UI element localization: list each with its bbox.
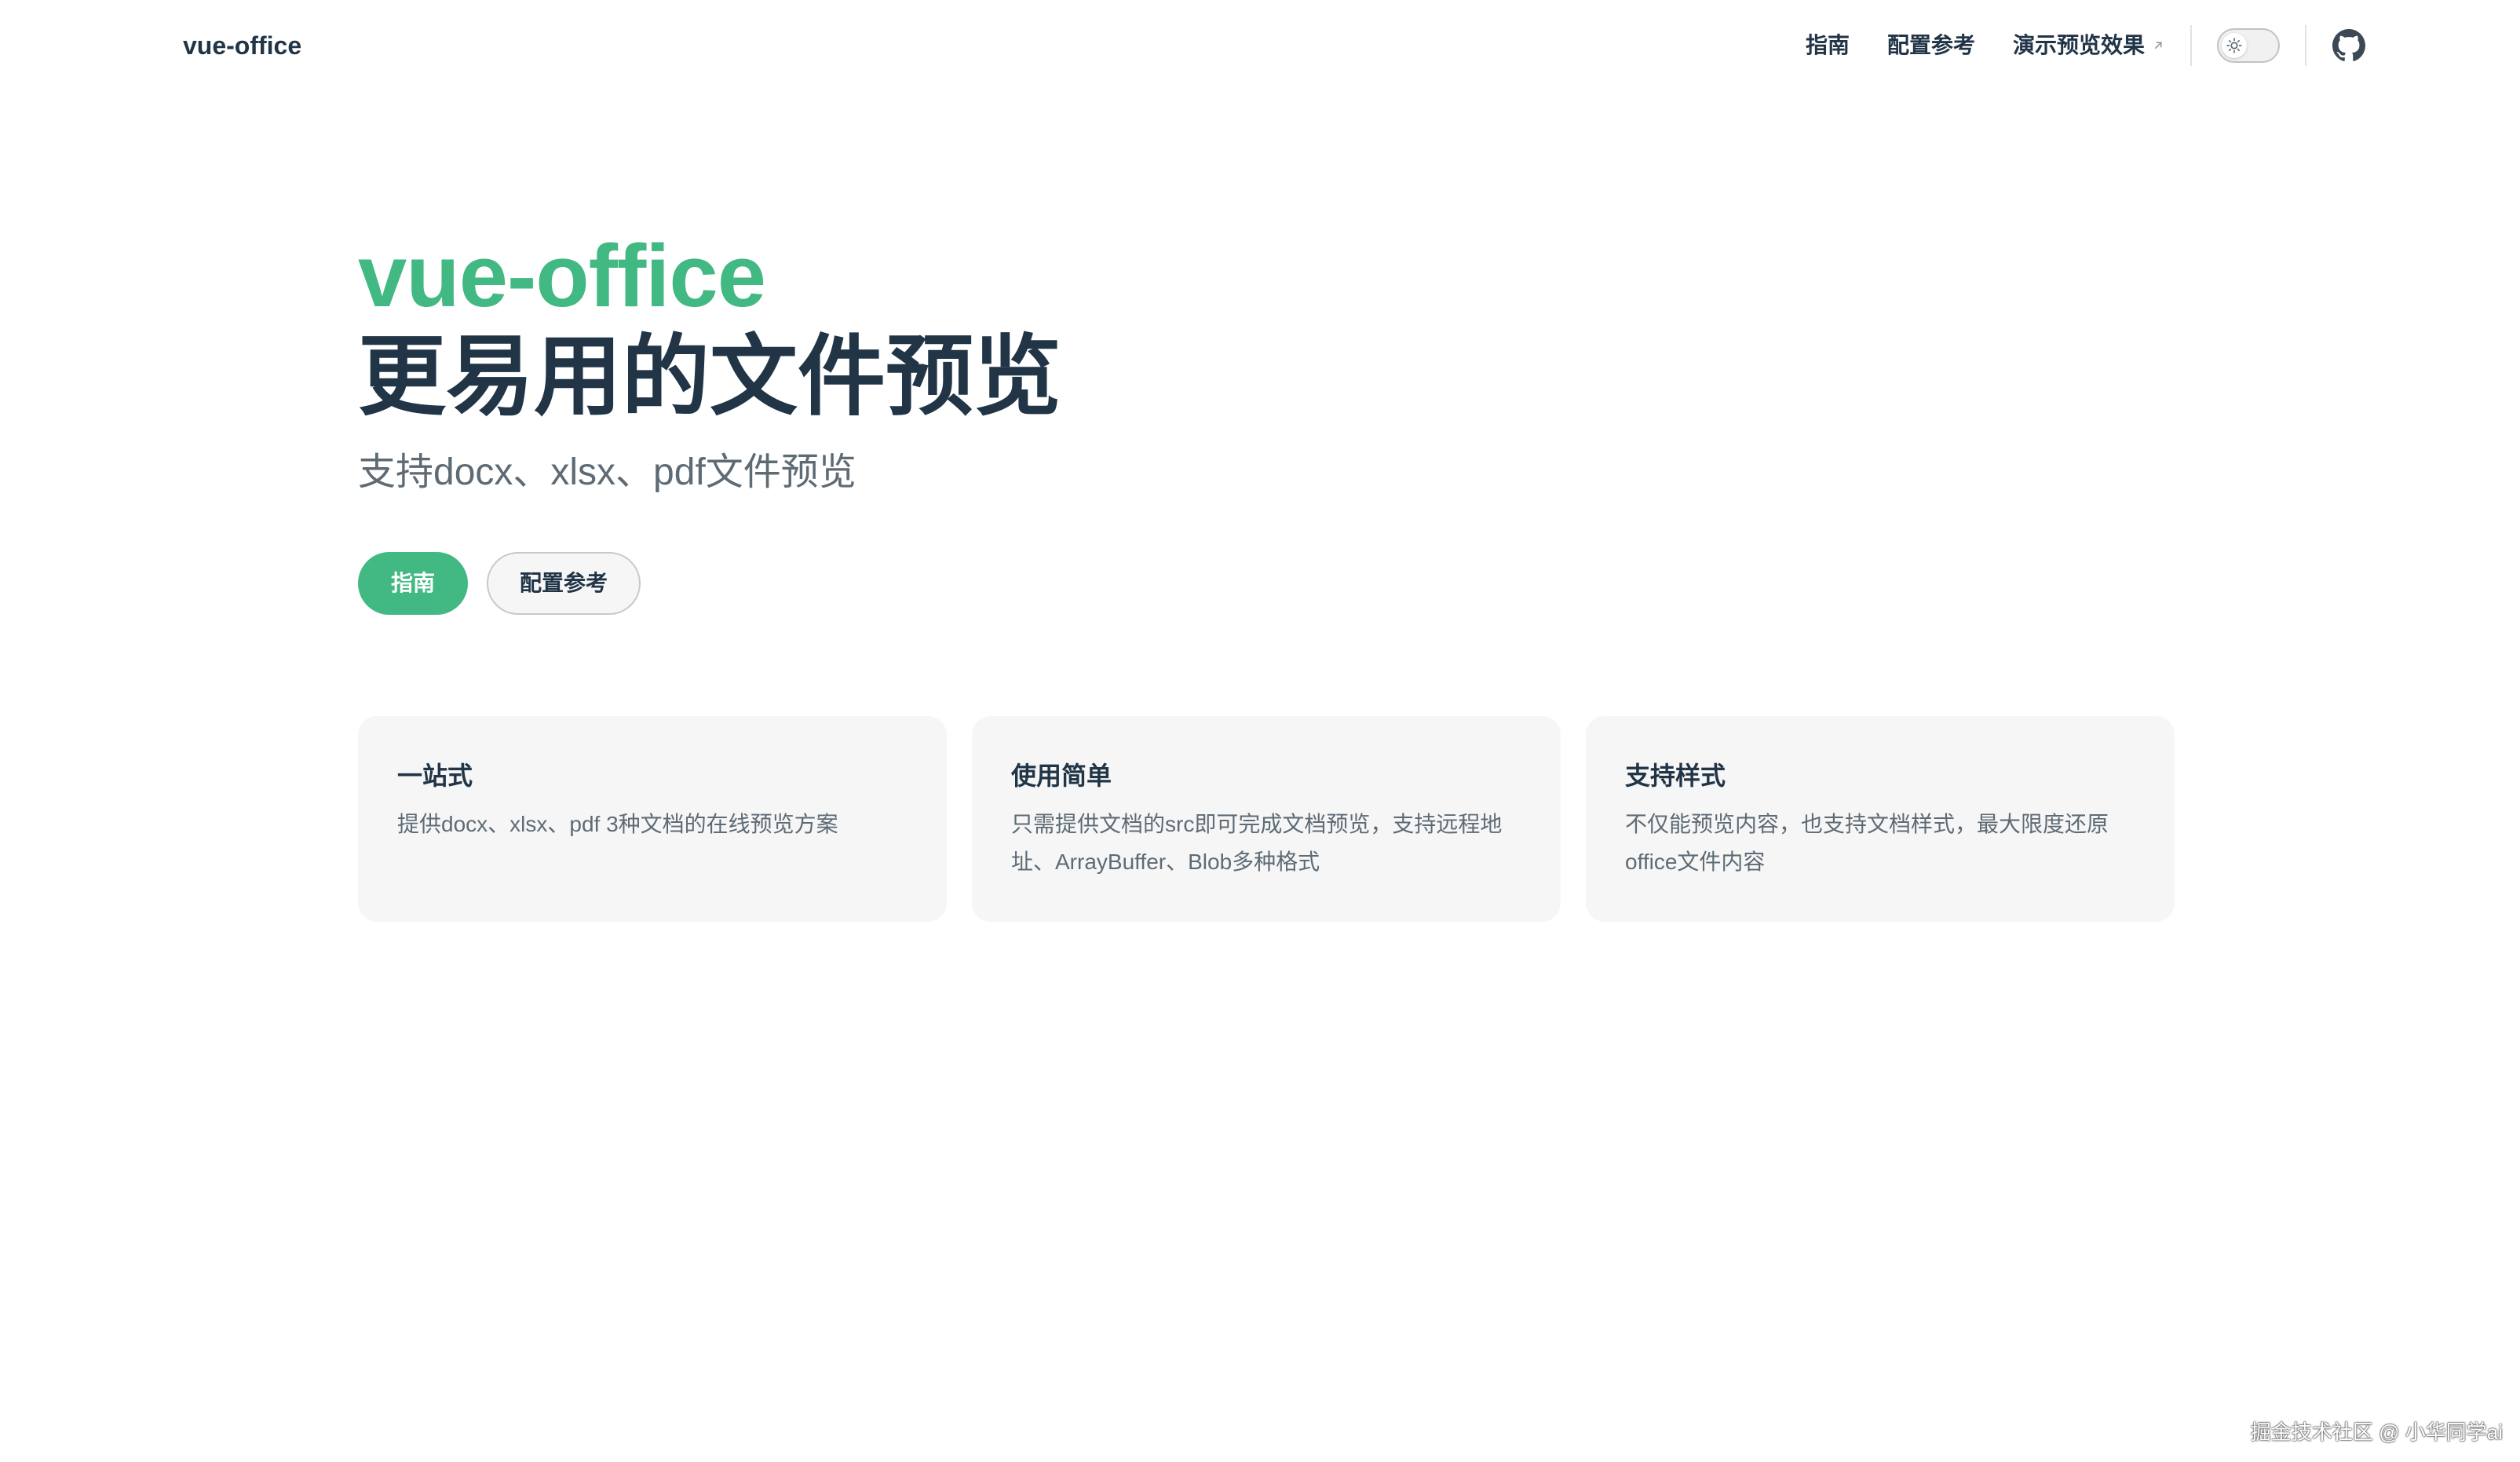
feature-card-one-stop: 一站式 提供docx、xlsx、pdf 3种文档的在线预览方案 [358, 716, 947, 922]
config-button[interactable]: 配置参考 [487, 552, 641, 615]
feature-details: 不仅能预览内容，也支持文档样式，最大限度还原office文件内容 [1625, 812, 2109, 874]
watermark: 掘金技术社区 @ 小华同学ai [2250, 1420, 2503, 1444]
nav-link-demo-label: 演示预览效果 [2012, 33, 2145, 57]
hero-name: vue-office [358, 227, 766, 325]
feature-title: 一站式 [397, 762, 473, 790]
site-brand[interactable]: vue-office [183, 28, 301, 63]
top-nav: vue-office 指南 配置参考 演示预览效果 [0, 0, 2520, 101]
sun-icon [2226, 38, 2242, 53]
nav-link-guide-label: 指南 [1805, 33, 1850, 57]
theme-toggle-knob [2222, 33, 2247, 58]
features: 一站式 提供docx、xlsx、pdf 3种文档的在线预览方案 使用简单 只需提… [358, 716, 2175, 922]
nav-link-config-label: 配置参考 [1886, 33, 1975, 57]
nav-link-demo[interactable]: 演示预览效果 [2013, 30, 2165, 61]
external-link-icon [2154, 42, 2162, 49]
theme-toggle[interactable] [2217, 28, 2280, 63]
nav-link-guide[interactable]: 指南 [1806, 30, 1850, 61]
guide-button[interactable]: 指南 [358, 552, 469, 615]
page: vue-office 指南 配置参考 演示预览效果 vue-office 更易用… [0, 0, 2520, 1462]
feature-details: 只需提供文档的src即可完成文档预览，支持远程地址、ArrayBuffer、Bl… [1011, 812, 1503, 874]
hero-title: 更易用的文件预览 [358, 327, 1061, 426]
feature-card-styles: 支持样式 不仅能预览内容，也支持文档样式，最大限度还原office文件内容 [1586, 716, 2175, 922]
nav-divider [2190, 25, 2192, 66]
feature-details: 提供docx、xlsx、pdf 3种文档的在线预览方案 [397, 812, 838, 836]
feature-card-easy-use: 使用简单 只需提供文档的src即可完成文档预览，支持远程地址、ArrayBuff… [972, 716, 1561, 922]
github-icon [2332, 29, 2365, 61]
hero-tagline: 支持docx、xlsx、pdf文件预览 [358, 451, 856, 493]
nav-divider-2 [2305, 25, 2306, 66]
hero-actions: 指南 配置参考 [358, 552, 641, 615]
nav-link-config[interactable]: 配置参考 [1887, 30, 1975, 61]
nav-links: 指南 配置参考 演示预览效果 [1806, 20, 2366, 71]
feature-title: 使用简单 [1011, 762, 1112, 790]
github-link[interactable] [2332, 28, 2366, 63]
feature-title: 支持样式 [1625, 762, 1726, 790]
